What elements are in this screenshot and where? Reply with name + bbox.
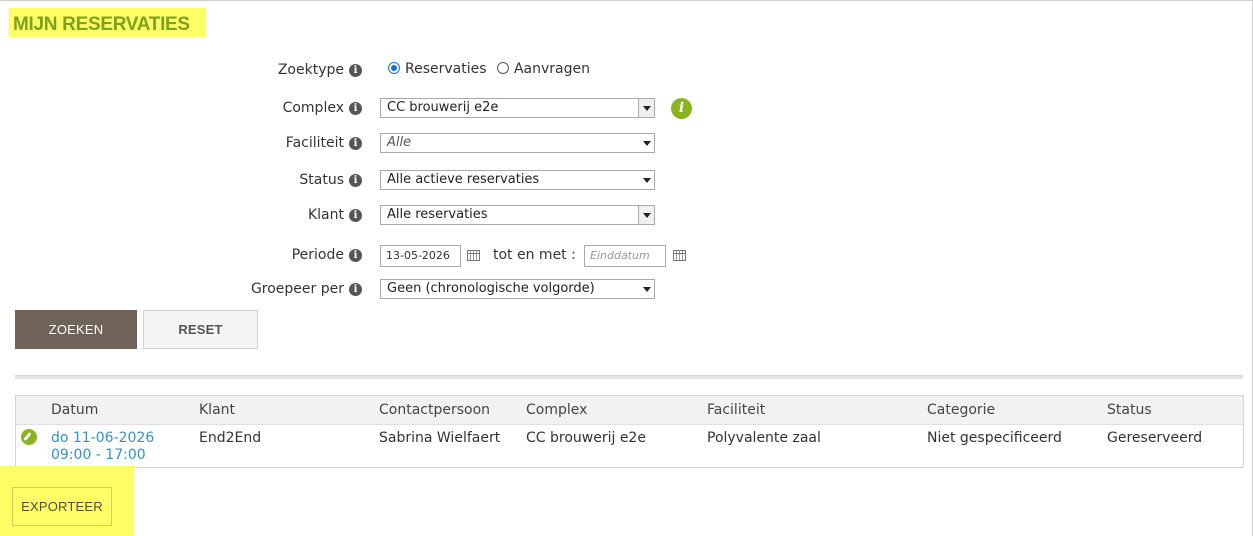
status-row: Status i Alle actieve reservaties bbox=[0, 170, 1253, 192]
faciliteit-row: Faciliteit i Alle bbox=[0, 133, 1253, 155]
info-icon[interactable]: i bbox=[349, 64, 362, 77]
pencil-icon[interactable] bbox=[21, 429, 37, 445]
status-label: Status bbox=[299, 172, 344, 188]
zoektype-row: Zoektype i Reservaties Aanvragen bbox=[0, 60, 1253, 82]
complex-row: Complex i CC brouwerij e2e bbox=[0, 98, 1253, 120]
periode-label: Periode bbox=[291, 247, 344, 263]
info-icon[interactable]: i bbox=[349, 283, 362, 296]
faciliteit-select[interactable]: Alle bbox=[380, 133, 655, 153]
results-table: Datum Klant Contactpersoon Complex Facil… bbox=[15, 395, 1244, 468]
column-header-contactpersoon[interactable]: Contactpersoon bbox=[379, 402, 490, 418]
radio-aanvragen[interactable]: Aanvragen bbox=[496, 61, 590, 77]
info-icon[interactable]: i bbox=[349, 137, 362, 150]
top-border bbox=[0, 0, 1253, 1]
column-header-complex[interactable]: Complex bbox=[526, 402, 587, 418]
chevron-down-icon[interactable] bbox=[639, 280, 654, 298]
radio-unselected-icon[interactable] bbox=[496, 62, 509, 74]
chevron-down-icon[interactable] bbox=[638, 206, 654, 224]
info-icon[interactable]: i bbox=[349, 174, 362, 187]
column-header-faciliteit[interactable]: Faciliteit bbox=[707, 402, 765, 418]
calendar-icon[interactable] bbox=[673, 250, 686, 261]
row-time-link[interactable]: 09:00 - 17:00 bbox=[51, 447, 146, 463]
chevron-down-icon[interactable] bbox=[639, 171, 654, 189]
row-complex: CC brouwerij e2e bbox=[526, 430, 646, 446]
radio-selected-icon[interactable] bbox=[388, 62, 400, 74]
row-faciliteit: Polyvalente zaal bbox=[707, 430, 821, 446]
chevron-down-icon[interactable] bbox=[638, 99, 654, 117]
page-title: MIJN RESERVATIES bbox=[13, 14, 190, 35]
table-header: Datum Klant Contactpersoon Complex Facil… bbox=[16, 396, 1243, 425]
export-button[interactable]: EXPORTEER bbox=[12, 487, 112, 526]
periode-to-input[interactable]: Einddatum bbox=[584, 245, 666, 267]
row-categorie: Niet gespecificeerd bbox=[927, 430, 1062, 446]
column-header-datum[interactable]: Datum bbox=[51, 402, 98, 418]
calendar-icon[interactable] bbox=[467, 250, 480, 261]
row-date-link[interactable]: do 11-06-2026 bbox=[51, 430, 154, 446]
chevron-down-icon[interactable] bbox=[639, 134, 654, 152]
column-header-categorie[interactable]: Categorie bbox=[927, 402, 995, 418]
zoektype-label: Zoektype bbox=[277, 62, 344, 78]
klant-select[interactable]: Alle reservaties bbox=[380, 205, 655, 225]
row-status: Gereserveerd bbox=[1107, 430, 1203, 446]
complex-select[interactable]: CC brouwerij e2e bbox=[380, 98, 655, 118]
status-select[interactable]: Alle actieve reservaties bbox=[380, 170, 655, 190]
column-header-klant[interactable]: Klant bbox=[199, 402, 235, 418]
info-icon[interactable]: i bbox=[349, 209, 362, 222]
klant-label: Klant bbox=[307, 207, 344, 223]
periode-to-label: tot en met : bbox=[493, 247, 576, 263]
divider bbox=[15, 375, 1243, 379]
info-icon[interactable]: i bbox=[349, 102, 362, 115]
faciliteit-label: Faciliteit bbox=[285, 135, 344, 151]
periode-from-input[interactable]: 13-05-2026 bbox=[380, 245, 461, 267]
zoektype-options: Reservaties Aanvragen bbox=[388, 61, 590, 77]
column-header-status[interactable]: Status bbox=[1107, 402, 1152, 418]
radio-reservaties[interactable]: Reservaties bbox=[388, 61, 487, 77]
complex-label: Complex bbox=[282, 100, 344, 116]
search-button[interactable]: ZOEKEN bbox=[15, 310, 137, 349]
groepeer-label: Groepeer per bbox=[250, 281, 344, 297]
info-icon[interactable]: i bbox=[349, 249, 362, 262]
groepeer-select[interactable]: Geen (chronologische volgorde) bbox=[380, 279, 655, 299]
klant-row: Klant i Alle reservaties bbox=[0, 205, 1253, 227]
reset-button[interactable]: RESET bbox=[143, 310, 258, 349]
periode-row: Periode i 13-05-2026 tot en met : Einddat… bbox=[0, 245, 1253, 267]
row-contactpersoon: Sabrina Wielfaert bbox=[379, 430, 501, 446]
info-circle-icon[interactable]: i bbox=[671, 98, 692, 119]
row-klant: End2End bbox=[199, 430, 262, 446]
groepeer-row: Groepeer per i Geen (chronologische volgo… bbox=[0, 279, 1253, 301]
